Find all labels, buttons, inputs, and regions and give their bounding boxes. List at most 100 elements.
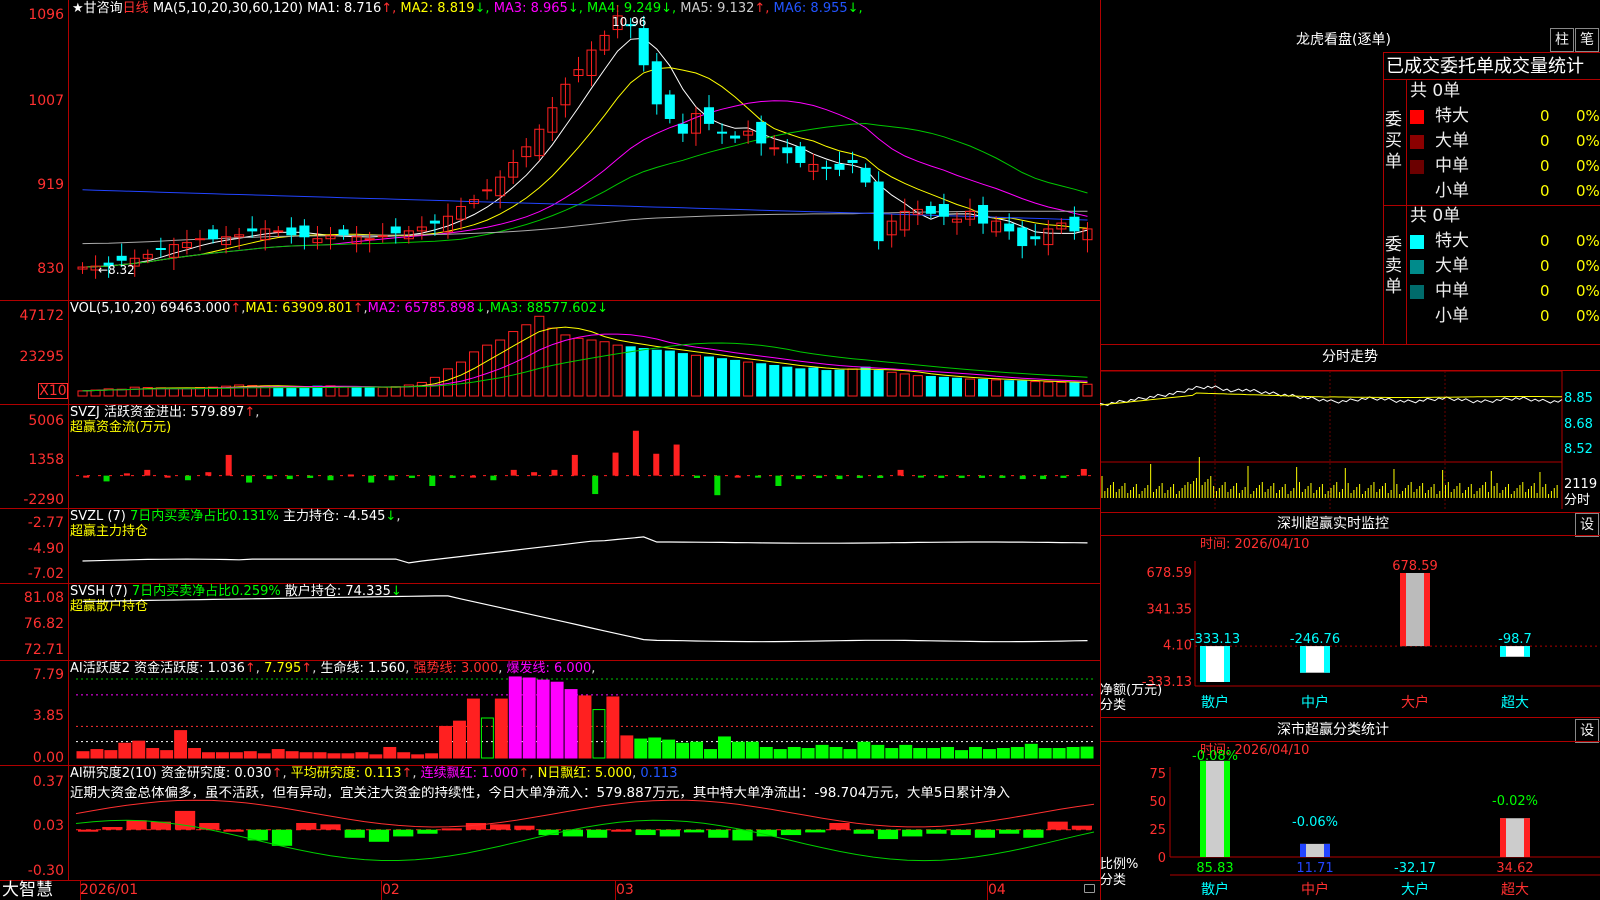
sell-swatch — [1410, 235, 1424, 249]
candle — [116, 255, 127, 261]
buy-row-label: 小单 — [1435, 181, 1469, 201]
buy-row-pct: 0% — [1576, 107, 1600, 125]
svzj-bar — [123, 473, 130, 476]
buy-row-pct: 0% — [1576, 182, 1600, 200]
classify-legend-1: 比例% — [1100, 857, 1139, 872]
x-tick-3 — [987, 880, 988, 900]
svzj-bar — [1080, 468, 1087, 476]
classify-bar-edge-right — [1324, 843, 1330, 857]
bar-mode-button[interactable]: 柱 — [1550, 28, 1574, 52]
monitor-bar-edge-right — [1524, 646, 1530, 657]
monitor-bar — [1200, 646, 1230, 682]
ai-res-bar — [805, 829, 826, 833]
svzj-bar — [897, 469, 904, 476]
svzj-bar — [836, 475, 843, 480]
ai-act-bar — [202, 752, 215, 759]
buy-row-pct: 0% — [1576, 132, 1600, 150]
volume-bar — [442, 368, 453, 397]
candle — [482, 189, 493, 192]
ai-act-bar — [132, 740, 146, 759]
candle — [286, 227, 297, 236]
classify-bar-edge-right — [1224, 760, 1230, 857]
classify-bar-edge-left — [1300, 843, 1306, 857]
ai-res-bar — [320, 824, 341, 830]
ai-res-bar — [102, 827, 123, 830]
candle — [273, 230, 284, 233]
volume-bar — [821, 370, 832, 397]
ai-act-bar — [941, 746, 955, 759]
lhkp-bottom-line — [1100, 344, 1600, 345]
ai-res-bar — [1071, 825, 1092, 830]
svzj-bar — [266, 475, 273, 480]
monitor-bar-edge-left — [1500, 646, 1506, 657]
ai-res-bar — [78, 829, 99, 832]
x-axis-3: 04 — [988, 882, 1006, 898]
candle — [1069, 216, 1080, 232]
classify-legend-2: 分类 — [1100, 873, 1127, 888]
ai-act-bar — [104, 750, 118, 759]
lock-icon[interactable] — [1084, 884, 1095, 893]
price-ma-line-4 — [82, 122, 1088, 268]
svzj-bar — [470, 475, 477, 478]
monitor-axis-tick: 341.35 — [1147, 602, 1193, 617]
svzj-bar — [164, 475, 171, 478]
classify-bar — [1200, 760, 1230, 857]
buy-row-label: 大单 — [1435, 131, 1469, 151]
volume-bar — [743, 361, 754, 397]
ai-act-bar — [480, 717, 494, 759]
classify-pct-label: -0.08% — [1192, 749, 1238, 764]
svzj-bar — [795, 475, 802, 480]
candle — [938, 204, 949, 217]
buy-row-count: 0 — [1540, 157, 1550, 175]
ai-res-bar — [514, 825, 535, 830]
sell-row-pct: 0% — [1576, 232, 1600, 250]
sell-row-pct: 0% — [1576, 282, 1600, 300]
ai-act-bar — [243, 751, 257, 759]
ai-act-bar — [899, 744, 913, 759]
ai-act-bar — [676, 742, 690, 759]
monitor-settings-button[interactable]: 设 — [1575, 513, 1599, 537]
volume-bar — [886, 371, 897, 397]
candle — [730, 135, 741, 139]
classify-settings-button[interactable]: 设 — [1575, 719, 1599, 743]
price-high-label: 10.96 — [612, 15, 646, 29]
monitor-axis-tick: 4.10 — [1163, 639, 1192, 654]
price-ma-line-1 — [82, 37, 1088, 268]
sell-row-count: 0 — [1540, 307, 1550, 325]
volume-bar — [1030, 381, 1041, 397]
ai-act-bar — [327, 753, 341, 759]
monitor-bottom-line — [1100, 717, 1600, 718]
fenshi-axis-2: 8.52 — [1564, 442, 1593, 457]
candle — [664, 94, 675, 119]
ai-act-bar — [271, 749, 285, 759]
ai-act-bar — [215, 752, 229, 759]
monitor-axis-tick: 678.59 — [1147, 566, 1193, 581]
tick-mode-button[interactable]: 笔 — [1575, 28, 1599, 52]
ai-act-bar — [592, 709, 606, 759]
ai-res-bar — [853, 829, 874, 834]
ai-res-bar — [950, 829, 971, 836]
svzj-bar — [286, 475, 293, 480]
volume-bar — [599, 341, 610, 397]
monitor-bar — [1500, 646, 1530, 657]
sell-row-count: 0 — [1540, 232, 1550, 250]
sell-row-label: 小单 — [1435, 306, 1469, 326]
fenshi-avg-line — [1100, 392, 1562, 406]
sell-row-count: 0 — [1540, 282, 1550, 300]
svzj-bar — [856, 475, 863, 478]
svzj-bar — [592, 475, 599, 495]
sell-row-pct: 0% — [1576, 307, 1600, 325]
svzj-bar — [551, 469, 558, 476]
svzj-bar — [184, 475, 191, 481]
candle — [782, 147, 793, 154]
svzl-line — [82, 536, 1088, 564]
ai-act-bar — [996, 748, 1010, 759]
sell-row-label: 中单 — [1435, 281, 1469, 301]
volume-bar — [455, 361, 467, 397]
candle — [1004, 223, 1015, 232]
buy-swatch — [1410, 160, 1424, 174]
ai-act-bar — [160, 750, 174, 759]
volume-bar — [573, 337, 584, 397]
ai-act-bar — [857, 741, 871, 759]
monitor-category-label: 中户 — [1301, 694, 1329, 711]
